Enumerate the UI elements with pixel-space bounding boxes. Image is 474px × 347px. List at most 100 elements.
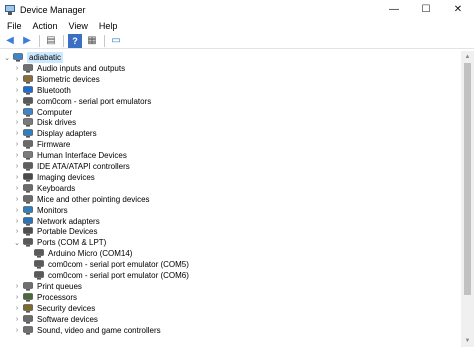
security-icon [23, 303, 33, 313]
close-button[interactable]: ✕ [442, 0, 474, 19]
chevron-right-icon[interactable]: › [13, 150, 21, 161]
port-icon [34, 249, 44, 258]
scrollbar-thumb[interactable] [464, 63, 471, 295]
tree-item-label: Mice and other pointing devices [37, 194, 150, 204]
tree-category[interactable]: ⌄ Ports (COM & LPT) [13, 237, 106, 248]
chevron-right-icon[interactable]: › [13, 216, 21, 227]
tree-category[interactable]: › Keyboards [13, 183, 75, 194]
tree-device[interactable]: Arduino Micro (COM14) [24, 248, 132, 259]
tree-category[interactable]: › Biometric devices [13, 74, 100, 85]
tree-item-label: Computer [37, 107, 73, 117]
tree-category[interactable]: › Imaging devices [13, 172, 95, 183]
bluetooth-icon [23, 85, 33, 95]
tree-item-label: IDE ATA/ATAPI controllers [37, 162, 130, 171]
chevron-right-icon[interactable]: › [13, 325, 21, 336]
menu-view[interactable]: View [67, 21, 93, 31]
chevron-right-icon[interactable]: › [13, 292, 21, 303]
title-bar: Device Manager — ☐ ✕ [0, 0, 474, 19]
tree-category[interactable]: › com0com - serial port emulators [13, 96, 151, 107]
chevron-right-icon[interactable]: › [13, 74, 21, 85]
minimize-button[interactable]: — [378, 0, 410, 19]
tree-item-label: Audio inputs and outputs [37, 63, 126, 73]
port-icon [34, 260, 44, 269]
back-icon[interactable]: ◀ [3, 34, 17, 48]
menu-help[interactable]: Help [97, 21, 123, 31]
menu-action[interactable]: Action [31, 21, 63, 31]
vertical-scrollbar[interactable]: ▲ ▼ [461, 51, 474, 347]
network-icon [23, 216, 33, 226]
tree-category[interactable]: › Disk drives [13, 117, 76, 128]
chevron-right-icon[interactable]: › [13, 117, 21, 128]
chevron-right-icon[interactable]: › [13, 63, 21, 74]
tree-device[interactable]: com0com - serial port emulator (COM6) [24, 270, 189, 281]
chevron-right-icon[interactable]: › [13, 85, 21, 96]
chip-icon [23, 140, 33, 149]
chevron-right-icon[interactable]: › [13, 161, 21, 172]
tree-item-label: com0com - serial port emulators [37, 96, 152, 106]
tree-item-label: com0com - serial port emulator (COM6) [48, 271, 189, 280]
tree-category[interactable]: › IDE ATA/ATAPI controllers [13, 161, 130, 172]
tree-category[interactable]: › Monitors [13, 205, 68, 216]
scan-hardware-icon[interactable]: ▭ [109, 34, 123, 48]
scroll-down-icon[interactable]: ▼ [461, 336, 474, 346]
tree-category[interactable]: › Print queues [13, 281, 82, 292]
chevron-right-icon[interactable]: › [13, 303, 21, 314]
view-icon[interactable]: ▦ [85, 34, 99, 48]
tree-category[interactable]: › Human Interface Devices [13, 150, 127, 161]
tree-item-label: Keyboards [37, 183, 76, 193]
tree-category[interactable]: › Portable Devices [13, 226, 98, 237]
chevron-right-icon[interactable]: › [13, 194, 21, 205]
menu-file[interactable]: File [5, 21, 27, 31]
device-tree[interactable]: ⌄ adiabatic › Audio inputs and outputs › Biom… [0, 51, 461, 347]
tree-category[interactable]: › Bluetooth [13, 85, 71, 96]
sound-icon [23, 325, 33, 335]
tree-category[interactable]: › Display adapters [13, 128, 97, 139]
monitor-icon [23, 205, 33, 215]
scroll-up-icon[interactable]: ▲ [461, 52, 474, 62]
tree-category[interactable]: › Sound, video and game controllers [13, 325, 161, 336]
controller-icon [23, 162, 33, 171]
tree-category[interactable]: › Computer [13, 107, 72, 118]
chevron-right-icon[interactable]: › [13, 226, 21, 237]
device-manager-icon [5, 4, 15, 15]
chevron-right-icon[interactable]: › [13, 139, 21, 150]
tree-category[interactable]: › Audio inputs and outputs [13, 63, 125, 74]
chevron-right-icon[interactable]: › [13, 281, 21, 292]
tree-item-label: Software devices [37, 314, 98, 324]
tree-category[interactable]: › Security devices [13, 303, 95, 314]
chevron-right-icon[interactable]: › [13, 96, 21, 107]
toolbar: ◀ ▶ ▤? ▦ ▭ [0, 33, 474, 49]
tree-category[interactable]: › Processors [13, 292, 77, 303]
tree-item-label: Bluetooth [37, 85, 71, 95]
chevron-right-icon[interactable]: › [13, 128, 21, 139]
tree-root-label: adiabatic [27, 52, 64, 63]
maximize-button[interactable]: ☐ [410, 0, 442, 19]
tree-category[interactable]: › Software devices [13, 314, 98, 325]
tree-device[interactable]: com0com - serial port emulator (COM5) [24, 259, 189, 270]
software-icon [23, 314, 33, 324]
chevron-right-icon[interactable]: › [13, 205, 21, 216]
tree-category[interactable]: › Firmware [13, 139, 71, 150]
menu-bar: File Action View Help [0, 19, 474, 33]
speaker-icon [23, 64, 33, 73]
hid-icon [23, 151, 33, 160]
properties-icon[interactable]: ▤ [44, 34, 58, 48]
processor-icon [23, 292, 33, 302]
tree-category[interactable]: › Network adapters [13, 216, 100, 227]
help-icon[interactable]: ? [68, 33, 82, 48]
chevron-right-icon[interactable]: › [13, 183, 21, 194]
tree-item-label: Disk drives [37, 118, 77, 128]
tree-item-label: Sound, video and game controllers [37, 325, 161, 335]
chevron-right-icon[interactable]: › [13, 314, 21, 325]
chevron-down-icon[interactable]: ⌄ [3, 52, 11, 63]
printer-icon [23, 282, 33, 291]
chevron-right-icon[interactable]: › [13, 172, 21, 183]
chevron-down-icon[interactable]: ⌄ [13, 237, 21, 248]
tree-root[interactable]: ⌄ adiabatic [3, 52, 64, 63]
tree-category[interactable]: › Mice and other pointing devices [13, 194, 150, 205]
forward-icon[interactable]: ▶ [20, 34, 34, 48]
chevron-right-icon[interactable]: › [13, 107, 21, 118]
tree-item-label: com0com - serial port emulator (COM5) [48, 260, 189, 270]
